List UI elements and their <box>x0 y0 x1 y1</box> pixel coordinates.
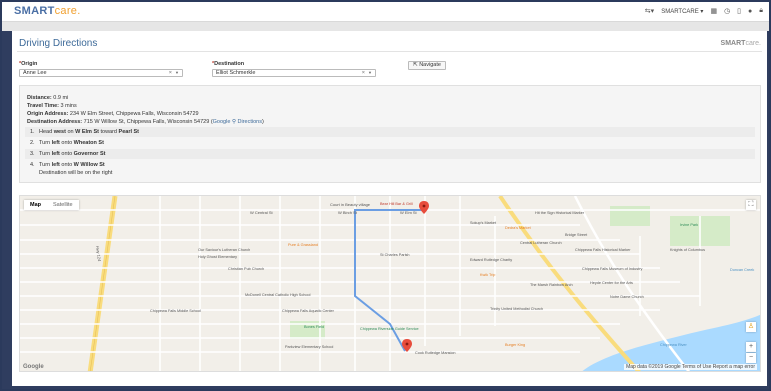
map-label-w-central: W Central St <box>250 210 274 215</box>
map-label-marsh: The Marsh Rainbow Arch <box>530 283 573 287</box>
map-label-court: Court in Beauty village <box>330 202 371 207</box>
map-label-bones: Bones Field <box>304 325 324 329</box>
step-2: 2. Turn left onto Wheaton St <box>30 140 104 146</box>
destination-address-line: Destination Address: 715 W Willow St, Ch… <box>27 119 264 125</box>
map-label-knights: Knights of Columbus <box>670 248 705 252</box>
top-right-tools: ⇆▾ SMARTCARE ▾ ▦ ◷ ▯ ● 🔒︎ <box>645 7 763 15</box>
map-label-w-elm: W Elm St <box>400 210 418 215</box>
header-strip <box>2 22 769 31</box>
origin-label: *Origin <box>19 61 38 67</box>
logo-care: care. <box>54 5 81 17</box>
map-label-guide: Chippewa Riverside Guide Service <box>360 327 419 331</box>
time-line: Travel Time: 3 mins <box>27 103 77 109</box>
map-label-duncan: Duncan Creek <box>730 268 754 272</box>
origin-caret-icon[interactable]: ▼ <box>175 70 179 76</box>
panel-brand-care: care. <box>745 40 761 47</box>
map-label-holy-ghost: Holy Ghost Elementary <box>198 255 237 259</box>
mobile-icon[interactable]: ▯ <box>737 7 741 15</box>
map-label-trinity: Trinity United Methodist Church <box>490 307 543 311</box>
map-label-pure: Pure & Grassland <box>288 243 318 247</box>
logo-art: ART <box>31 5 55 17</box>
map-label-museum: Chippewa Falls Museum of Industry <box>582 267 642 271</box>
map-label-cook: Cook Rutledge Mansion <box>415 351 456 355</box>
origin-value: Anne Lee <box>23 70 47 76</box>
fullscreen-icon[interactable]: ⛶ <box>746 200 756 210</box>
destination-caret-icon[interactable]: ▼ <box>368 70 372 76</box>
panel-brand-smart: SMART <box>720 40 746 47</box>
zoom-in-button[interactable]: + <box>746 342 756 352</box>
map-label-irvine: Irvine Park <box>680 223 698 227</box>
destination-label: *Destination <box>212 61 245 67</box>
swap-icon[interactable]: ⇆▾ <box>645 7 654 15</box>
destination-value: Elliot Schmerkle <box>216 70 256 76</box>
map-label-mcdonell: McDonell Central Catholic High School <box>245 293 311 297</box>
destination-clear-icon[interactable]: × <box>362 70 365 76</box>
map-label-kwik: Kwik Trip <box>480 273 495 277</box>
step-4-note: Destination will be on the right <box>39 170 113 176</box>
map-attribution[interactable]: Map data ©2019 Google Terms of Use Repor… <box>624 364 757 370</box>
directions-box: Distance: 0.9 mi Travel Time: 3 mins Ori… <box>19 85 761 183</box>
map-label-bridge: Bridge Street <box>565 233 588 237</box>
title-divider <box>17 51 762 52</box>
step-3: 3. Turn left onto Governor St <box>25 149 755 159</box>
zoom-out-button[interactable]: − <box>746 353 756 363</box>
map-label-central-lutheran: Central Lutheran Church <box>520 241 562 245</box>
distance-line: Distance: 0.9 mi <box>27 95 69 101</box>
map-label-parkview: Parkview Elementary School <box>285 345 333 349</box>
pin-icon: ⚲ <box>231 119 236 125</box>
map-canvas[interactable]: Court in Beauty village Bear Hill Bar & … <box>20 196 761 372</box>
main-panel: Driving Directions SMARTcare. *Origin An… <box>12 31 767 386</box>
map-label-bear-hill: Bear Hill Bar & Grill <box>380 202 413 206</box>
logo-sm: SM <box>14 5 32 17</box>
map-label-old-hist: Hit the Sign Historical Marker <box>535 211 585 215</box>
clock-icon[interactable]: ◷ <box>724 7 730 15</box>
map-type-tabs: Map Satellite <box>24 200 79 210</box>
top-bar: SMARTcare. ⇆▾ SMARTCARE ▾ ▦ ◷ ▯ ● 🔒︎ <box>2 2 769 22</box>
page-title: Driving Directions <box>19 38 98 49</box>
tab-map[interactable]: Map <box>24 200 47 210</box>
user-menu[interactable]: SMARTCARE ▾ <box>661 8 703 15</box>
directions-link[interactable]: Directions <box>238 119 262 125</box>
google-link[interactable]: Google <box>213 119 231 125</box>
map-label-w-birch: W Birch St <box>338 210 358 215</box>
google-logo: Google <box>23 364 44 370</box>
map-label-heyde: Heyde Center for the Arts <box>590 281 633 285</box>
map-label-river: Chippewa River <box>660 343 688 347</box>
navigate-button[interactable]: ⇱ Navigate <box>408 61 446 70</box>
map-label-notre-dame: Notre Dame Church <box>610 295 644 299</box>
origin-clear-icon[interactable]: × <box>169 70 172 76</box>
map-label-our-saviour: Our Saviour's Lutheran Church <box>198 248 250 252</box>
calendar-icon[interactable]: ▦ <box>710 7 717 15</box>
map-label-sokup: Sokup's Market <box>470 221 497 225</box>
map-label-middle: Chippewa Falls Middle School <box>150 309 201 313</box>
map-label-chip-hist: Chippewa Falls Historical Marker <box>575 248 631 252</box>
map-label-st-charles: St Charles Parish <box>380 253 410 257</box>
street-view-icon[interactable]: ♙ <box>746 322 756 332</box>
map-view[interactable]: Court in Beauty village Bear Hill Bar & … <box>19 195 761 372</box>
tab-satellite[interactable]: Satellite <box>47 200 79 210</box>
map-label-pool: Chippewa Falls Aquatic Center <box>282 309 335 313</box>
origin-address-line: Origin Address: 234 W Elm Street, Chippe… <box>27 111 199 117</box>
map-label-burger: Burger King <box>505 343 525 347</box>
destination-select[interactable]: Elliot Schmerkle × ▼ <box>212 69 376 77</box>
panel-brand-logo: SMARTcare. <box>721 40 761 47</box>
step-1: 1. Head west on W Elm St toward Pearl St <box>25 127 755 137</box>
origin-select[interactable]: Anne Lee × ▼ <box>19 69 183 77</box>
step-4: 4. Turn left onto W Willow St <box>30 162 105 168</box>
navigate-icon: ⇱ <box>413 62 418 68</box>
lock-icon[interactable]: 🔒︎ <box>759 7 763 15</box>
app-logo[interactable]: SMARTcare. <box>14 5 81 17</box>
map-label-dedra: Dedra's Market <box>505 226 532 230</box>
map-label-edward: Edward Rutledge Charity <box>470 258 512 262</box>
map-label-christian: Christian Pub Church <box>228 267 264 271</box>
user-icon[interactable]: ● <box>748 8 752 15</box>
